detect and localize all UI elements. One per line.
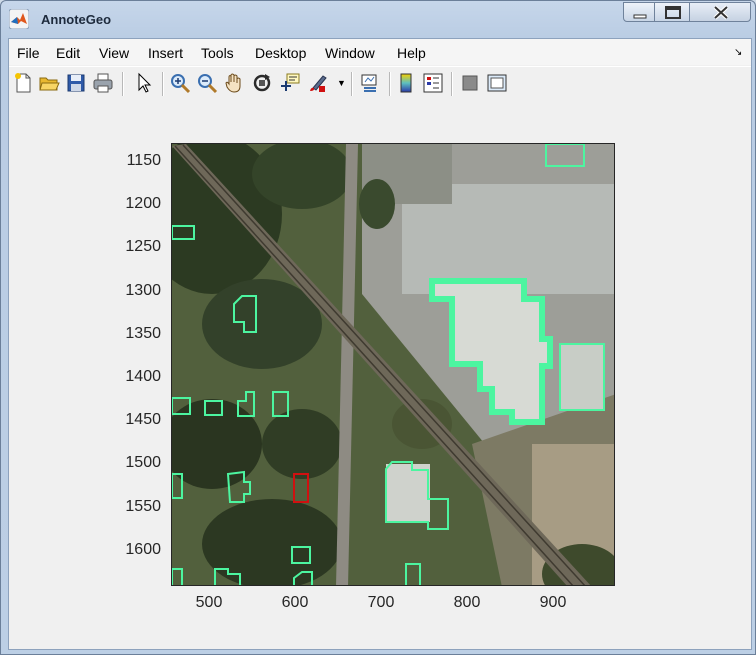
x-tick-label: 500 [195, 594, 223, 611]
y-tick-label: 1200 [125, 195, 161, 212]
minimize-button[interactable] [623, 2, 655, 22]
y-tick-label: 1550 [125, 498, 161, 515]
rotate-3d-icon[interactable] [251, 72, 273, 94]
menu-file[interactable]: File [17, 45, 40, 61]
data-cursor-icon[interactable] [279, 72, 301, 94]
colorbar-icon[interactable] [395, 72, 417, 94]
menu-tools[interactable]: Tools [201, 45, 234, 61]
menu-window[interactable]: Window [325, 45, 375, 61]
link-plot-icon[interactable] [359, 72, 381, 94]
menu-desktop[interactable]: Desktop [255, 45, 306, 61]
y-tick-label: 1600 [125, 541, 161, 558]
select-arrow-icon[interactable] [133, 72, 155, 94]
x-tick-label: 600 [281, 594, 309, 611]
close-button[interactable] [689, 2, 751, 22]
toolbar-separator [451, 72, 453, 96]
window-title: AnnoteGeo [41, 12, 112, 27]
toolbar-separator [389, 72, 391, 96]
menu-view[interactable]: View [99, 45, 129, 61]
maximize-icon [665, 6, 681, 19]
y-tick-label: 1350 [125, 325, 161, 342]
tree-cluster [262, 409, 342, 479]
close-icon [713, 5, 729, 20]
dock-arrow-icon[interactable]: ↘ [734, 47, 742, 58]
aerial-image[interactable] [172, 144, 615, 586]
y-tick-label: 1400 [125, 368, 161, 385]
x-tick-label: 800 [453, 594, 481, 611]
x-tick-label: 900 [539, 594, 567, 611]
brush-dropdown-icon[interactable]: ▼ [337, 78, 346, 88]
maximize-button[interactable] [654, 2, 690, 22]
open-file-icon[interactable] [38, 72, 60, 94]
y-tick-label: 1500 [125, 454, 161, 471]
zoom-out-icon[interactable] [196, 72, 218, 94]
y-tick-label: 1450 [125, 411, 161, 428]
figure-canvas[interactable]: 1150 1200 1250 1300 1350 1400 1450 1500 … [9, 101, 751, 649]
y-tick-label: 1300 [125, 282, 161, 299]
print-icon[interactable] [92, 72, 114, 94]
menu-insert[interactable]: Insert [148, 45, 183, 61]
toolbar-separator [162, 72, 164, 96]
menu-help[interactable]: Help [397, 45, 426, 61]
brush-icon[interactable] [307, 72, 329, 94]
title-bar[interactable]: AnnoteGeo [1, 1, 755, 37]
toolbar: ▼ [9, 66, 751, 102]
menu-edit[interactable]: Edit [56, 45, 80, 61]
figure-frame: File Edit View Insert Tools Desktop Wind… [8, 38, 752, 650]
y-tick-label: 1150 [126, 152, 161, 169]
building-roof [560, 344, 604, 410]
hide-plot-tools-icon[interactable] [459, 72, 481, 94]
show-plot-tools-icon[interactable] [486, 72, 508, 94]
matlab-logo-icon [9, 9, 29, 29]
toolbar-separator [351, 72, 353, 96]
zoom-in-icon[interactable] [169, 72, 191, 94]
legend-icon[interactable] [422, 72, 444, 94]
save-icon[interactable] [65, 72, 87, 94]
app-window: AnnoteGeo File Edit View Insert Tools De… [0, 0, 756, 655]
y-tick-label: 1250 [125, 238, 161, 255]
building-roof [386, 464, 430, 522]
menu-bar: File Edit View Insert Tools Desktop Wind… [9, 39, 751, 65]
minimize-icon [633, 14, 647, 19]
tree-cluster [359, 179, 395, 229]
new-figure-icon[interactable] [12, 72, 34, 94]
x-tick-label: 700 [367, 594, 395, 611]
tree-cluster [202, 499, 342, 585]
toolbar-separator [122, 72, 124, 96]
pan-hand-icon[interactable] [223, 72, 245, 94]
image-axes[interactable] [171, 143, 615, 586]
